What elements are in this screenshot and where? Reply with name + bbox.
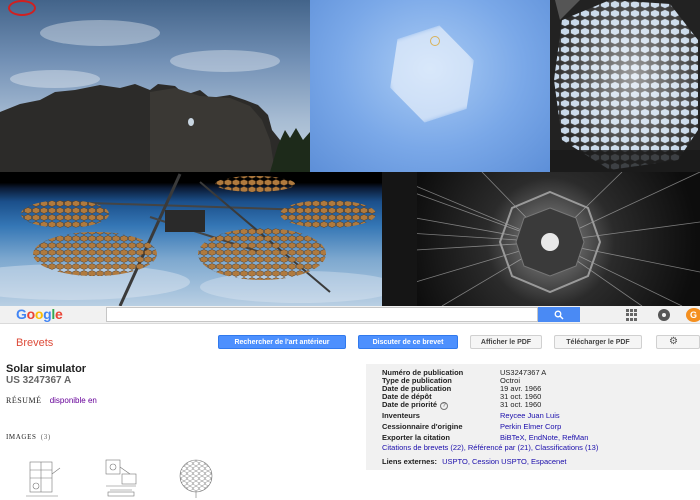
assignee-link[interactable]: Perkin Elmer Corp: [500, 422, 561, 431]
tunnel-graphic: [382, 172, 700, 306]
info-row-citations: Citations de brevets (22), Référencé par…: [382, 443, 598, 452]
ring-mark: [430, 36, 440, 46]
tunnel-photo: [382, 172, 700, 306]
inventor-link[interactable]: Reycee Juan Luis: [500, 411, 560, 420]
google-logo[interactable]: Google: [16, 306, 63, 323]
external-links[interactable]: USPTO, Cession USPTO, Espacenet: [442, 457, 566, 466]
citations-links[interactable]: Citations de brevets (22), Référencé par…: [382, 443, 598, 452]
patent-drawing-thumbnail[interactable]: [22, 456, 64, 500]
circle-icon[interactable]: [658, 309, 670, 321]
images-heading: IMAGES (3): [6, 433, 51, 441]
patent-title: Solar simulator: [6, 363, 87, 375]
info-label: Date de priorité?: [382, 400, 449, 410]
rock-silhouette: [0, 84, 310, 172]
space-station-photo: [0, 172, 382, 306]
abstract-label: RÉSUMÉ: [6, 396, 42, 405]
avatar[interactable]: G: [686, 308, 700, 322]
hexagonal-mirror-photo: [550, 0, 700, 172]
info-label: Cessionnaire d'origine: [382, 422, 463, 431]
abstract-language-link[interactable]: disponible en: [50, 396, 97, 405]
prior-art-search-button[interactable]: Rechercher de l'art antérieur: [218, 335, 346, 349]
magnifier-icon: [554, 310, 564, 319]
search-button[interactable]: [538, 307, 580, 322]
google-top-bar: Google G: [0, 306, 700, 324]
info-label: Inventeurs: [382, 411, 420, 420]
abstract-line: RÉSUMÉ disponible en: [6, 396, 97, 405]
discuss-patent-button[interactable]: Discuter de ce brevet: [358, 335, 458, 349]
patent-number: US 3247367 A: [6, 375, 72, 386]
images-count: (3): [40, 433, 51, 441]
section-title-brevets[interactable]: Brevets: [16, 337, 53, 349]
mirror-array-graphic: [550, 0, 700, 172]
red-circle-annotation: [8, 0, 36, 16]
patent-drawing-thumbnail[interactable]: [100, 456, 142, 500]
patent-info-table: Numéro de publication US3247367 A Type d…: [366, 364, 700, 470]
search-input[interactable]: [106, 307, 538, 322]
info-label-text: Date de priorité: [382, 400, 438, 409]
logo-letter: G: [16, 306, 27, 322]
hexagon-object: [377, 19, 488, 130]
settings-button[interactable]: ⚙: [656, 335, 700, 349]
station-illustration: [0, 173, 382, 306]
info-row-external-links: Liens externes: USPTO, Cession USPTO, Es…: [382, 457, 566, 466]
sky-hexagon-photo: [310, 0, 550, 172]
images-label: IMAGES: [6, 433, 37, 441]
logo-letter: e: [54, 306, 63, 322]
info-label: Exporter la citation: [382, 433, 450, 442]
info-value: 31 oct. 1960: [500, 400, 542, 409]
gear-icon: ⚙: [669, 336, 678, 347]
download-pdf-button[interactable]: Télécharger le PDF: [554, 335, 642, 349]
logo-letter: o: [34, 306, 44, 322]
apps-grid-icon[interactable]: [626, 309, 638, 321]
help-icon[interactable]: ?: [440, 402, 449, 410]
photo-collage: [0, 0, 700, 306]
logo-letter: o: [26, 306, 36, 322]
export-citation-links[interactable]: BiBTeX, EndNote, RefMan: [500, 433, 588, 442]
view-pdf-button[interactable]: Afficher le PDF: [470, 335, 542, 349]
external-links-label: Liens externes:: [382, 457, 438, 466]
patent-drawing-thumbnail[interactable]: [175, 456, 217, 500]
rock-formation-photo: [0, 0, 310, 172]
